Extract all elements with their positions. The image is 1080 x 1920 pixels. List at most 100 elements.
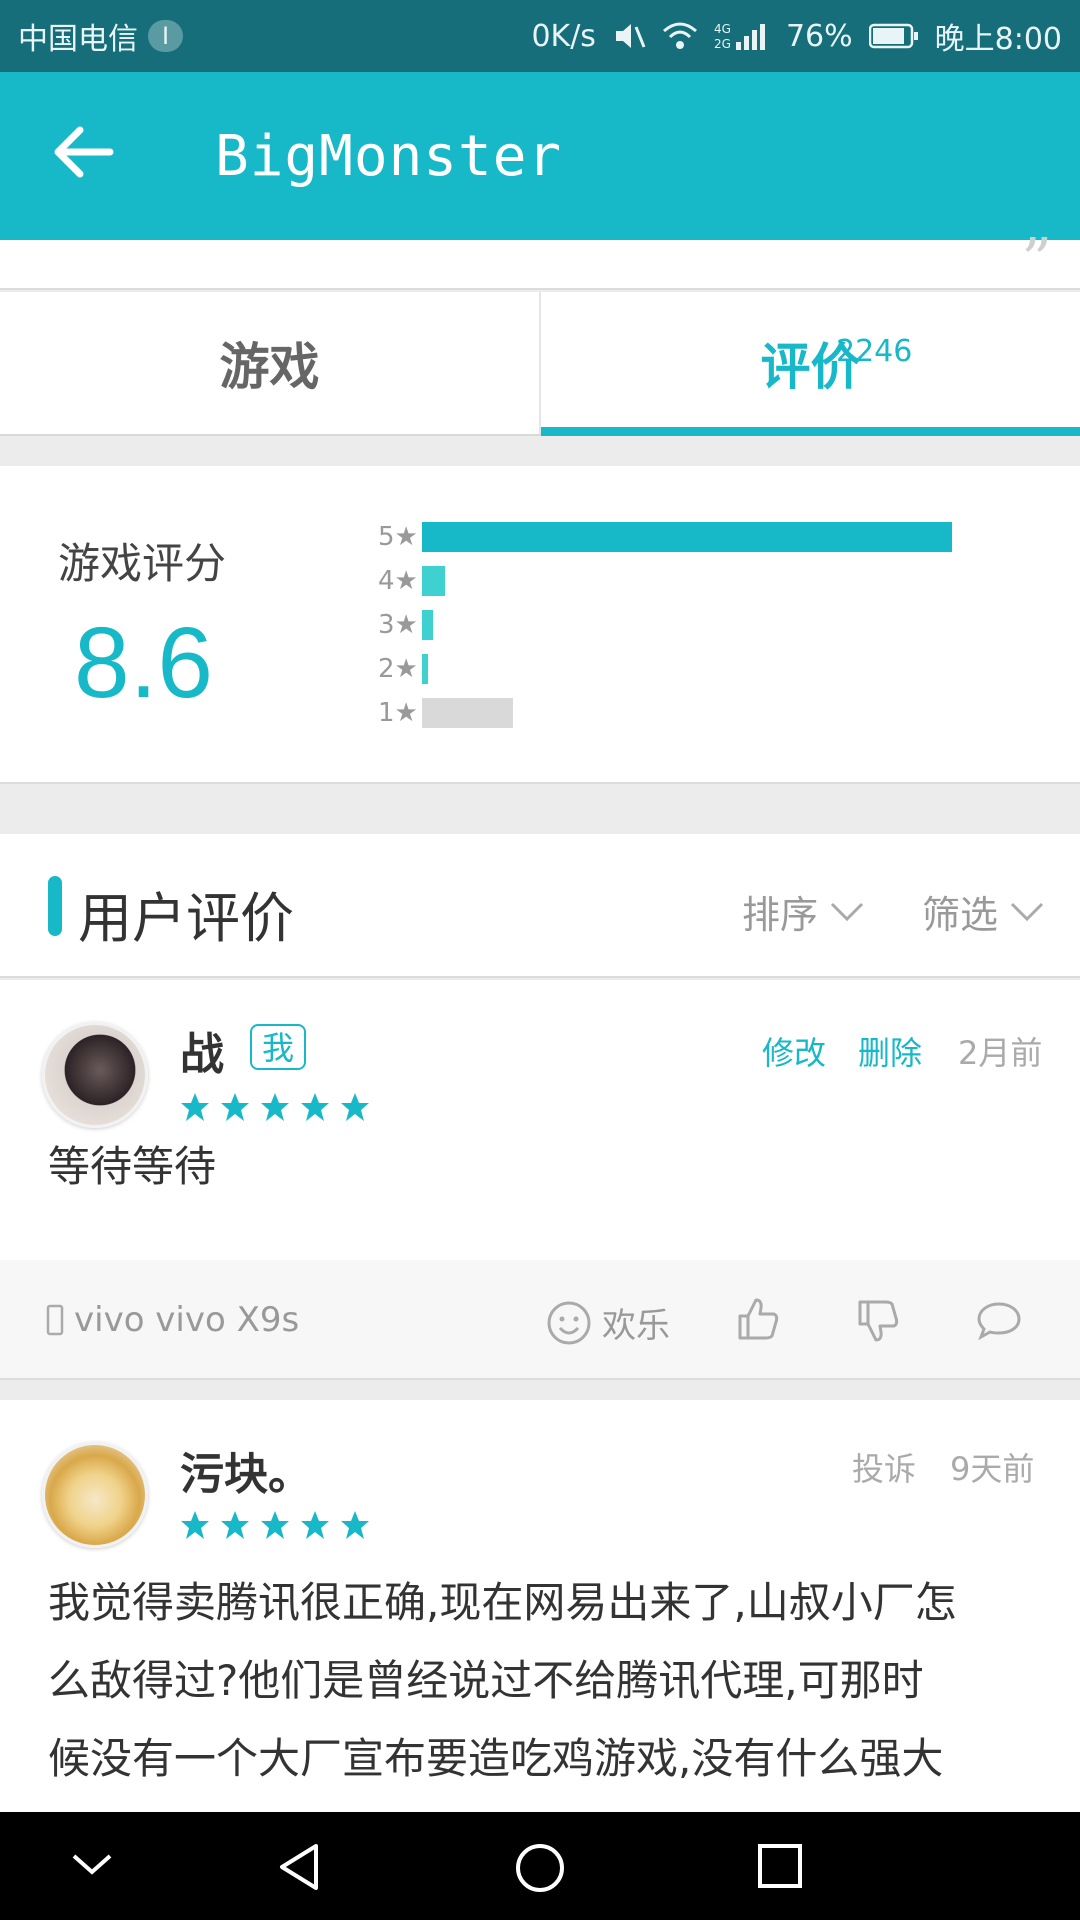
star-icon [301,1511,329,1539]
nav-recents-button[interactable] [756,1842,804,1894]
chevron-down-icon [1010,902,1044,921]
page-title: BigMonster [215,124,563,189]
rating-card: 游戏评分 8.6 5★ 4★ 3★ 2★ 1★ [0,466,1080,784]
reviews-title: 用户评价 [78,887,294,950]
battery-icon [868,22,919,50]
rating-bar [422,610,433,640]
app-bar: BigMonster [0,72,1080,240]
reviewer-name[interactable]: 战 [180,1018,224,1082]
star-icon [261,1511,289,1539]
star-icon [301,1093,329,1121]
quote-icon: ” [1021,226,1052,296]
rating-bar [422,698,513,728]
device-name: vivo vivo X9s [74,1300,300,1340]
rating-bar [422,566,445,596]
signal-icon: 4G 2G [714,20,770,52]
tab-bar: 游戏 评价 2246 [0,292,1080,436]
rating-row-label: 1★ [378,698,418,728]
review-card: 战 我 修改 删除 2月前 等待等待 [0,980,1080,1260]
rating-row: 5★ [378,522,952,552]
svg-text:2G: 2G [714,37,731,51]
screen: 中国电信 I 0K/s 4G 2G 76% 晚上8:00 BigMonster … [0,0,1080,1920]
clock: 晚上8:00 [934,22,1062,57]
tab-game[interactable]: 游戏 [0,292,539,434]
device-info: vivo vivo X9s [46,1300,299,1340]
sort-dropdown[interactable]: 排序 [742,884,864,939]
review-text: 我觉得卖腾讯很正确,现在网易出来了,山叔小厂怎 么敌得过?他们是曾经说过不给腾讯… [48,1564,957,1798]
filter-dropdown[interactable]: 筛选 [922,884,1044,939]
rating-row: 1★ [378,698,513,728]
comment-icon [977,1302,1021,1340]
review-text-line: 我觉得卖腾讯很正确,现在网易出来了,山叔小厂怎 [48,1578,957,1627]
status-bar: 中国电信 I 0K/s 4G 2G 76% 晚上8:00 [0,0,1080,72]
thumbs-down-icon [858,1300,899,1342]
star-rating [180,1092,370,1122]
rating-row-label: 2★ [378,654,418,684]
wifi-icon [662,21,698,51]
square-recents-icon [758,1844,802,1888]
like-button[interactable] [736,1296,780,1342]
section-accent [48,876,62,936]
arrow-left-icon [54,126,114,178]
rating-row-label: 5★ [378,522,418,552]
battery-percent: 76% [785,18,853,54]
review-time: 2月前 [958,1034,1043,1072]
star-rating [180,1510,370,1540]
star-icon [221,1093,249,1121]
rating-row: 4★ [378,566,445,596]
rating-bar [422,522,952,552]
back-button[interactable] [50,122,120,182]
nav-back-button[interactable] [274,1842,324,1896]
filter-label: 筛选 [922,893,999,937]
star-icon [261,1093,289,1121]
tab-game-label: 游戏 [219,338,320,396]
reviewer-name[interactable]: 污块。 [180,1438,312,1502]
tab-active-indicator [541,427,1080,436]
star-icon [341,1093,369,1121]
mute-icon [612,19,646,53]
tab-reviews[interactable]: 评价 2246 [539,292,1080,436]
reviews-header: 用户评价 排序 筛选 [0,834,1080,978]
avatar[interactable] [42,1022,148,1128]
carrier-label: 中国电信 [18,22,138,57]
rating-bar [422,654,428,684]
nav-hide-button[interactable] [70,1842,114,1890]
rating-row-label: 4★ [378,566,418,596]
dislike-button[interactable] [856,1298,900,1344]
review-card: 污块。 投诉 9天前 我觉得卖腾讯很正确,现在网易出来了,山叔小厂怎 么敌得过?… [0,1400,1080,1812]
star-icon [181,1093,209,1121]
circle-home-icon [516,1844,564,1892]
thumbs-up-icon [738,1298,779,1340]
delete-link[interactable]: 删除 [858,1028,922,1074]
review-text-line: 么敌得过?他们是曾经说过不给腾讯代理,可那时 [48,1656,924,1705]
net-speed: 0K/s [531,18,596,54]
review-text-line: 候没有一个大厂宣布要造吃鸡游戏,没有什么强大 [48,1734,944,1783]
emotion-label: 欢乐 [602,1306,670,1346]
review-footer: vivo vivo X9s 欢乐 [0,1260,1080,1380]
rating-row: 3★ [378,610,433,640]
report-link[interactable]: 投诉 [852,1444,916,1490]
chevron-down-icon [830,902,864,921]
comment-button[interactable] [976,1300,1022,1340]
edit-link[interactable]: 修改 [762,1028,826,1074]
chevron-down-icon [72,1854,112,1875]
avatar[interactable] [42,1442,148,1548]
review-count: 2246 [836,334,913,369]
rating-row-label: 3★ [378,610,418,640]
rating-row: 2★ [378,654,428,684]
collapsed-header-strip: ” [0,226,1080,296]
rating-score: 8.6 [74,607,214,719]
sim-badge: I [148,20,184,52]
phone-icon [46,1304,64,1336]
star-icon [181,1511,209,1539]
sort-label: 排序 [742,893,819,937]
me-badge: 我 [250,1024,307,1070]
star-icon [341,1511,369,1539]
nav-home-button[interactable] [514,1842,566,1898]
triangle-back-icon [280,1844,318,1890]
system-nav-bar [0,1812,1080,1920]
rating-title: 游戏评分 [58,539,227,588]
star-icon [221,1511,249,1539]
svg-text:4G: 4G [714,22,731,36]
emotion-button[interactable]: 欢乐 [546,1298,670,1347]
